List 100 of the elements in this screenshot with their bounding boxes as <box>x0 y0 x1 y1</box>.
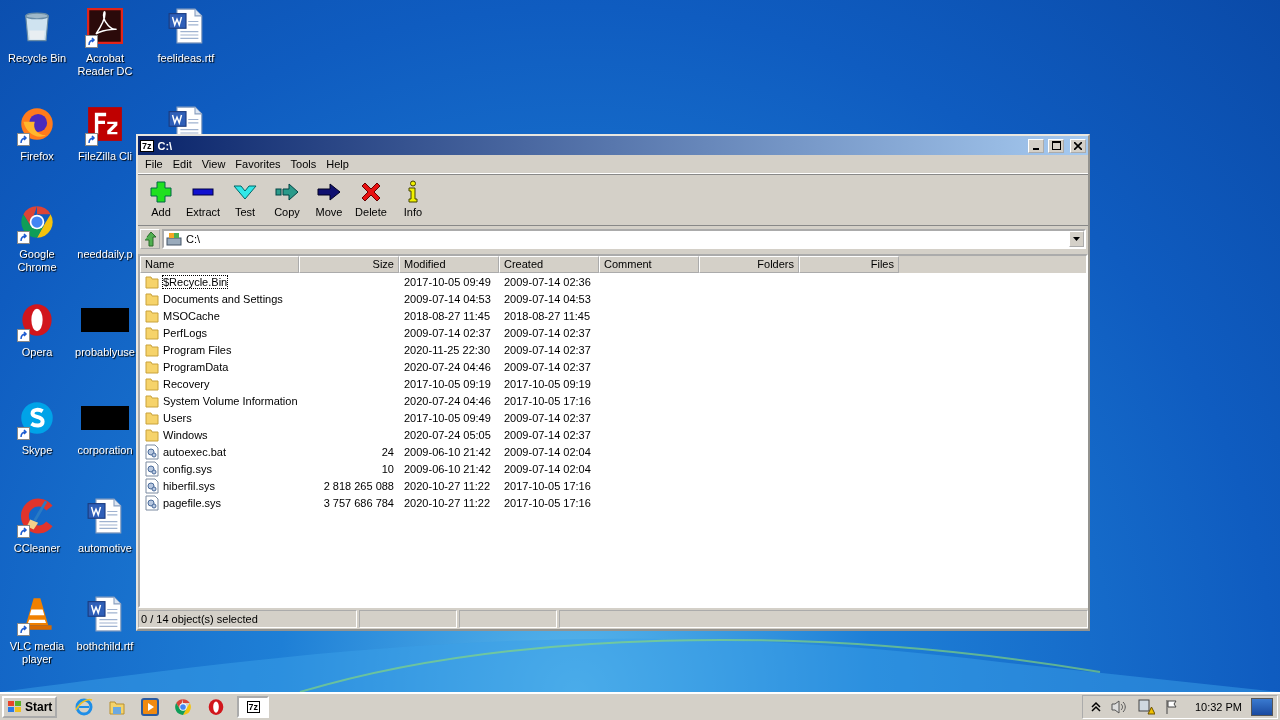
desktop-icon-label[interactable]: Acrobat Reader DC <box>74 52 136 78</box>
chevron-down-icon <box>233 185 257 200</box>
minimize-icon <box>1033 147 1039 150</box>
network-warning-icon[interactable] <box>1138 699 1155 715</box>
column-header[interactable]: Size <box>299 256 399 273</box>
chevron-up-icon[interactable] <box>1091 701 1101 712</box>
desktop-icon-label[interactable]: needdaily.p <box>77 248 133 261</box>
system-file-icon <box>145 478 159 493</box>
flag-icon[interactable] <box>1166 699 1177 715</box>
desktop-icon-label[interactable]: Firefox <box>20 150 54 163</box>
toolbar-button[interactable]: Extract <box>182 178 224 222</box>
table-cell: 2017-10-05 17:16 <box>504 496 591 509</box>
menu-item[interactable]: Edit <box>167 158 197 170</box>
arrow-right-icon <box>317 183 341 201</box>
file-name[interactable]: autoexec.bat <box>163 445 226 458</box>
table-cell: 2017-10-05 09:49 <box>404 411 491 424</box>
speaker-icon[interactable] <box>1111 700 1126 714</box>
table-cell: 2009-07-14 02:37 <box>504 428 591 441</box>
file-name[interactable]: Users <box>163 411 192 424</box>
column-header[interactable]: Comment <box>599 256 699 273</box>
desktop-icon-label[interactable]: Recycle Bin <box>7 52 67 65</box>
plus-icon <box>150 181 172 203</box>
system-file-icon <box>145 444 159 459</box>
opera-icon[interactable] <box>209 699 224 715</box>
table-cell: 2009-06-10 21:42 <box>404 462 491 475</box>
taskbar-button[interactable]: 7z <box>237 696 270 718</box>
folder-icon <box>145 293 159 305</box>
desktop-icon-label[interactable]: CCleaner <box>13 542 61 555</box>
file-name[interactable]: Windows <box>163 428 208 441</box>
filezilla-icon <box>88 107 122 141</box>
file-name[interactable]: Documents and Settings <box>163 292 283 305</box>
file-name[interactable]: Recovery <box>163 377 210 390</box>
table-cell: 2009-07-14 04:53 <box>504 292 591 305</box>
table-cell: 2020-10-27 11:22 <box>404 496 491 509</box>
minimize-button[interactable] <box>1028 138 1044 153</box>
folder-up-button[interactable] <box>140 229 160 249</box>
table-cell: 2018-08-27 11:45 <box>504 309 591 322</box>
desktop-icon-label[interactable]: Opera <box>21 346 53 359</box>
column-header[interactable]: Files <box>799 256 899 273</box>
table-cell: 24 <box>381 445 394 458</box>
menu-item[interactable]: File <box>140 158 168 170</box>
start-button[interactable]: Start <box>2 696 58 718</box>
file-name[interactable]: System Volume Information <box>163 394 298 407</box>
file-name[interactable]: Program Files <box>163 343 232 356</box>
menu-item[interactable]: Tools <box>285 158 322 170</box>
desktop-icon-label[interactable]: bothchild.rtf <box>76 640 134 653</box>
file-name[interactable]: ProgramData <box>163 360 229 373</box>
address-field[interactable]: C:\ <box>162 229 1086 249</box>
clock[interactable]: 10:32 PM <box>1194 701 1242 713</box>
start-logo-icon <box>7 700 23 714</box>
desktop-icon-label[interactable]: probablyuse <box>75 346 135 359</box>
delete-icon <box>361 182 381 202</box>
file-name[interactable]: MSOCache <box>163 309 220 322</box>
folder-icon <box>145 276 159 288</box>
folder-icon <box>145 429 159 441</box>
skype-icon <box>21 402 53 434</box>
table-cell: 2009-07-14 02:37 <box>404 326 491 339</box>
toolbar-button[interactable]: Add <box>140 178 182 222</box>
file-name[interactable]: $Recycle.Bin <box>163 275 228 288</box>
menu-item[interactable]: View <box>196 158 231 170</box>
table-cell: 2009-07-14 02:37 <box>504 326 591 339</box>
desktop-icon-label[interactable]: FileZilla Cli <box>78 150 132 163</box>
desktop-icon-label[interactable]: feelideas.rtf <box>157 52 215 65</box>
file-name[interactable]: config.sys <box>163 462 212 475</box>
table-cell: 10 <box>381 462 394 475</box>
toolbar-button[interactable]: Info <box>392 178 434 222</box>
table-cell: 2017-10-05 17:16 <box>504 479 591 492</box>
menu-item[interactable]: Favorites <box>230 158 286 170</box>
toolbar-button[interactable]: Delete <box>350 178 392 222</box>
table-cell: 2017-10-05 09:19 <box>404 377 491 390</box>
desktop-icon-label[interactable]: Google Chrome <box>3 248 71 274</box>
status-text: 0 / 14 object(s) selected <box>138 610 357 628</box>
ccleaner-icon <box>21 498 53 534</box>
media-player-icon[interactable] <box>141 698 160 716</box>
opera-icon <box>22 304 52 336</box>
close-button[interactable] <box>1070 138 1086 153</box>
toolbar-button[interactable]: Copy <box>266 178 308 222</box>
desktop-icon-label[interactable]: Skype <box>21 444 53 457</box>
column-header[interactable]: Created <box>499 256 599 273</box>
toolbar-button[interactable]: Test <box>224 178 266 222</box>
menu-item[interactable]: Help <box>321 158 354 170</box>
table-cell: 2018-08-27 11:45 <box>404 309 491 322</box>
folder-icon <box>145 412 159 424</box>
file-name[interactable]: hiberfil.sys <box>163 479 215 492</box>
file-name[interactable]: pagefile.sys <box>163 496 222 509</box>
desktop-icon-label[interactable]: VLC media player <box>3 640 71 666</box>
document-icon <box>87 596 122 632</box>
file-name[interactable]: PerfLogs <box>163 326 208 339</box>
column-header[interactable]: Name <box>140 256 299 273</box>
toolbar-button[interactable]: Move <box>308 178 350 222</box>
chrome-icon <box>21 206 53 238</box>
dark-thumbnail-icon <box>81 406 129 430</box>
maximize-button[interactable] <box>1048 138 1064 153</box>
column-header[interactable]: Modified <box>399 256 499 273</box>
drive-icon <box>166 232 182 246</box>
table-cell: 2 818 265 088 <box>323 479 394 492</box>
desktop-icon-label[interactable]: automotive <box>78 542 132 555</box>
chrome-icon[interactable] <box>175 699 192 715</box>
column-header[interactable]: Folders <box>699 256 799 273</box>
desktop-icon-label[interactable]: corporation <box>77 444 133 457</box>
